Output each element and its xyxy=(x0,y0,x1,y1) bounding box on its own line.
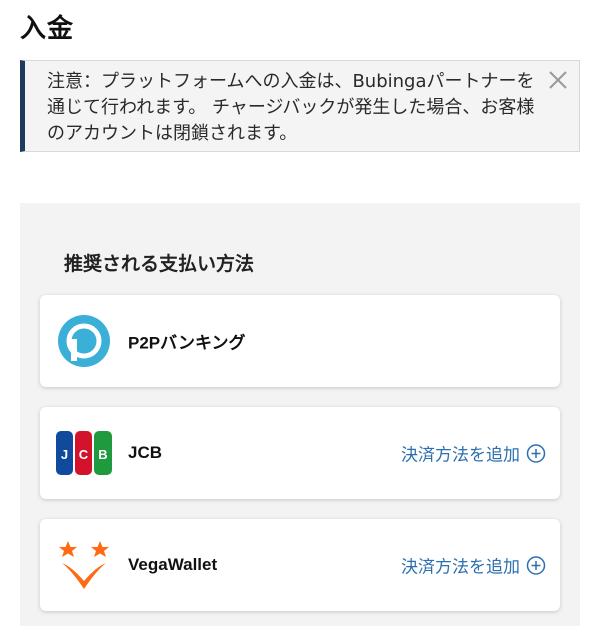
notice-banner: 注意：プラットフォームへの入金は、Bubingaパートナーを通じて行われます。 … xyxy=(20,60,580,152)
svg-text:J: J xyxy=(61,447,68,462)
payment-methods-heading: 推奨される支払い方法 xyxy=(64,253,255,275)
plus-circle-icon xyxy=(526,555,546,575)
add-payment-method-label: 決済方法を追加 xyxy=(401,557,520,578)
payment-method-name: P2Pバンキング xyxy=(128,333,246,353)
svg-text:C: C xyxy=(79,447,89,462)
page-title: 入金 xyxy=(20,14,75,44)
add-payment-method-button[interactable]: 決済方法を追加 xyxy=(401,553,546,578)
payment-method-p2p[interactable]: P2Pバンキング xyxy=(40,295,560,387)
close-icon[interactable] xyxy=(547,69,569,91)
payment-method-name: JCB xyxy=(128,443,163,462)
notice-text: 注意：プラットフォームへの入金は、Bubingaパートナーを通じて行われます。 … xyxy=(47,71,535,144)
payment-method-vegawallet[interactable]: VegaWallet 決済方法を追加 xyxy=(40,519,560,611)
add-payment-method-label: 決済方法を追加 xyxy=(401,445,520,466)
payment-methods-panel: 推奨される支払い方法 P2Pバンキング J C B JCB 決済方法を追加 Ve… xyxy=(20,203,580,626)
payment-method-jcb[interactable]: J C B JCB 決済方法を追加 xyxy=(40,407,560,499)
vegawallet-logo-icon xyxy=(56,537,112,593)
svg-text:B: B xyxy=(98,447,107,462)
jcb-logo-icon: J C B xyxy=(56,425,112,481)
add-payment-method-button[interactable]: 決済方法を追加 xyxy=(401,441,546,466)
p2p-logo-icon xyxy=(56,313,112,369)
payment-method-name: VegaWallet xyxy=(128,555,218,574)
plus-circle-icon xyxy=(526,443,546,463)
